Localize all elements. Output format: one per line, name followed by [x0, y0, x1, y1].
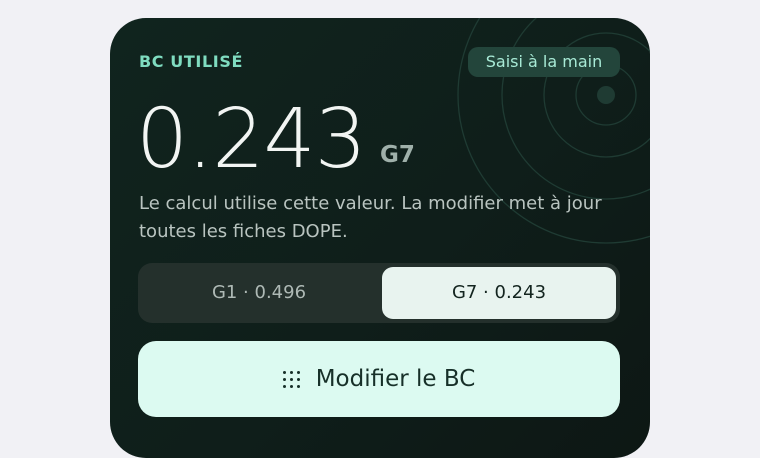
segment-g1[interactable]: G1 · 0.496: [142, 267, 376, 319]
modify-bc-label: Modifier le BC: [315, 366, 476, 392]
card-description: Le calcul utilise cette valeur. La modif…: [139, 193, 602, 242]
card-label: BC UTILISÉ: [139, 52, 243, 71]
bc-value: 0.243: [136, 92, 367, 187]
bc-unit: G7: [380, 142, 415, 168]
source-badge: Saisi à la main: [468, 47, 620, 77]
segment-g7[interactable]: G7 · 0.243: [382, 267, 616, 319]
model-segmented-control: G1 · 0.496 G7 · 0.243: [138, 263, 620, 323]
modify-bc-button[interactable]: Modifier le BC: [138, 341, 620, 417]
bc-card: BC UTILISÉ Saisi à la main 0.243 G7 Le c…: [110, 18, 650, 458]
grid-dots-icon: [282, 370, 300, 388]
